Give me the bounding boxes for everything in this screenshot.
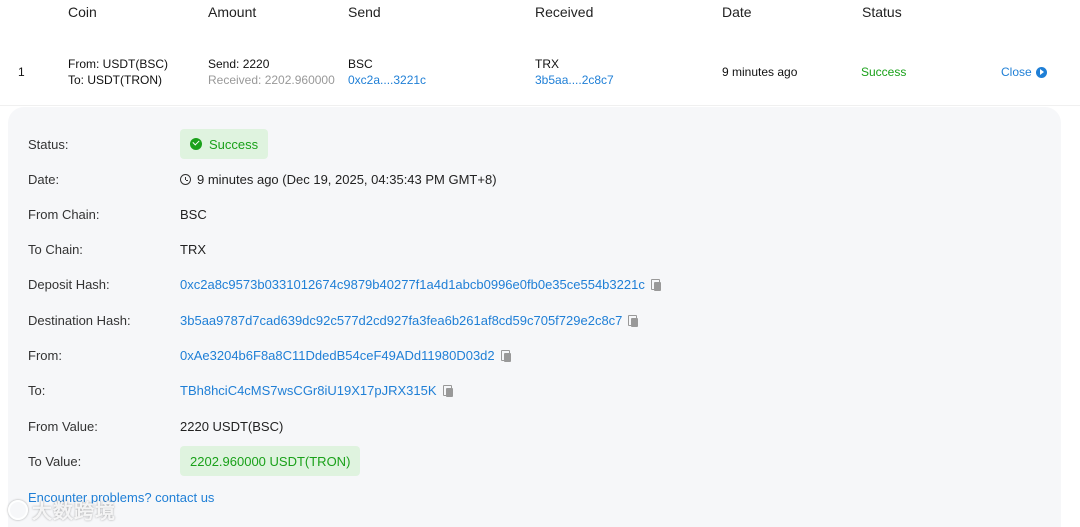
detail-from-chain: From Chain: BSC [8,200,1061,230]
from-value-value: 2220 USDT(BSC) [180,419,284,434]
header-date: Date [722,4,752,20]
row-index: 1 [18,65,25,79]
close-button[interactable]: Close [1001,64,1047,80]
to-chain-value: TRX [180,242,206,257]
to-value-label: To Value: [28,454,82,469]
copy-icon[interactable] [650,278,662,291]
header-status: Status [862,4,902,20]
watermark-text: 大数跨境 [32,501,116,523]
status-text: Success [861,65,907,79]
destination-hash-wrap: 3b5aa9787d7cad639dc92c577d2cd927fa3fea6b… [180,313,639,328]
copy-icon[interactable] [628,314,639,327]
send-cell: BSC 0xc2a....3221c [348,56,426,88]
status-label: Status: [28,137,69,152]
copy-icon[interactable] [500,349,512,362]
detail-from: From: 0xAe3204b6F8a8C11DdedB54ceF49ADd11… [8,341,1061,371]
copy-icon[interactable] [442,384,454,397]
to-coin: To: USDT(TRON) [68,73,162,87]
from-value-label: From Value: [28,419,98,434]
to-address-link[interactable]: TBh8hciC4cMS7wsCGr8iU19X17pJRX315K [180,383,437,398]
received-chain: TRX [535,57,559,71]
play-circle-icon [1035,66,1047,78]
detail-date: Date: 9 minutes ago (Dec 19, 2025, 04:35… [8,165,1061,195]
check-circle-icon [190,138,202,150]
date-cell: 9 minutes ago [722,65,798,79]
watermark-logo-icon [8,499,28,520]
header-send: Send [348,4,381,20]
status-badge: Success [180,129,269,159]
watermark: 大数跨境 [8,495,116,524]
detail-to-chain: To Chain: TRX [8,235,1061,265]
from-address-link[interactable]: 0xAe3204b6F8a8C11DdedB54ceF49ADd11980D03… [180,348,495,363]
send-amount: Send: 2220 [208,57,270,71]
detail-to-value: To Value: 2202.960000 USDT(TRON) [8,446,1061,477]
details-panel: Status: Success Date: 9 minutes ago (Dec… [8,107,1061,527]
to-value-badge: 2202.960000 USDT(TRON) [180,446,361,476]
from-chain-label: From Chain: [28,207,100,222]
close-label: Close [1001,65,1032,79]
table-row[interactable]: 1 From: USDT(BSC) To: USDT(TRON) Send: 2… [0,44,1080,106]
from-coin: From: USDT(BSC) [68,57,168,71]
deposit-hash-label: Deposit Hash: [28,277,110,292]
detail-from-value: From Value: 2220 USDT(BSC) [8,412,1061,442]
clock-icon [180,174,191,185]
deposit-hash-wrap: 0xc2a8c9573b0331012674c9879b40277f1a4d1a… [180,277,662,292]
header-received: Received [535,4,594,20]
date-value: 9 minutes ago (Dec 19, 2025, 04:35:43 PM… [197,172,497,187]
header-amount: Amount [208,4,257,20]
destination-hash-link[interactable]: 3b5aa9787d7cad639dc92c577d2cd927fa3fea6b… [180,313,622,328]
send-hash-link[interactable]: 0xc2a....3221c [348,72,426,88]
detail-to: To: TBh8hciC4cMS7wsCGr8iU19X17pJRX315K [8,376,1061,406]
received-amount: Received: 2202.960000 [208,73,335,87]
detail-destination-hash: Destination Hash: 3b5aa9787d7cad639dc92c… [8,306,1061,336]
send-chain: BSC [348,57,373,71]
to-address-wrap: TBh8hciC4cMS7wsCGr8iU19X17pJRX315K [180,383,454,398]
header-coin: Coin [68,4,97,20]
detail-deposit-hash: Deposit Hash: 0xc2a8c9573b0331012674c987… [8,270,1061,300]
deposit-hash-link[interactable]: 0xc2a8c9573b0331012674c9879b40277f1a4d1a… [180,277,645,292]
date-label: Date: [28,172,60,187]
amount-cell: Send: 2220 Received: 2202.960000 [208,56,335,88]
destination-hash-label: Destination Hash: [28,313,131,328]
status-badge-text: Success [209,136,259,152]
to-chain-label: To Chain: [28,242,83,257]
to-label: To: [28,383,46,398]
from-address-wrap: 0xAe3204b6F8a8C11DdedB54ceF49ADd11980D03… [180,348,512,363]
coin-cell: From: USDT(BSC) To: USDT(TRON) [68,56,168,88]
date-value-wrap: 9 minutes ago (Dec 19, 2025, 04:35:43 PM… [180,172,497,187]
detail-status: Status: Success [8,129,1061,160]
table-header: Coin Amount Send Received Date Status [0,0,1080,30]
received-hash-link[interactable]: 3b5aa....2c8c7 [535,72,614,88]
from-label: From: [28,348,62,363]
from-chain-value: BSC [180,207,207,222]
received-cell: TRX 3b5aa....2c8c7 [535,56,614,88]
